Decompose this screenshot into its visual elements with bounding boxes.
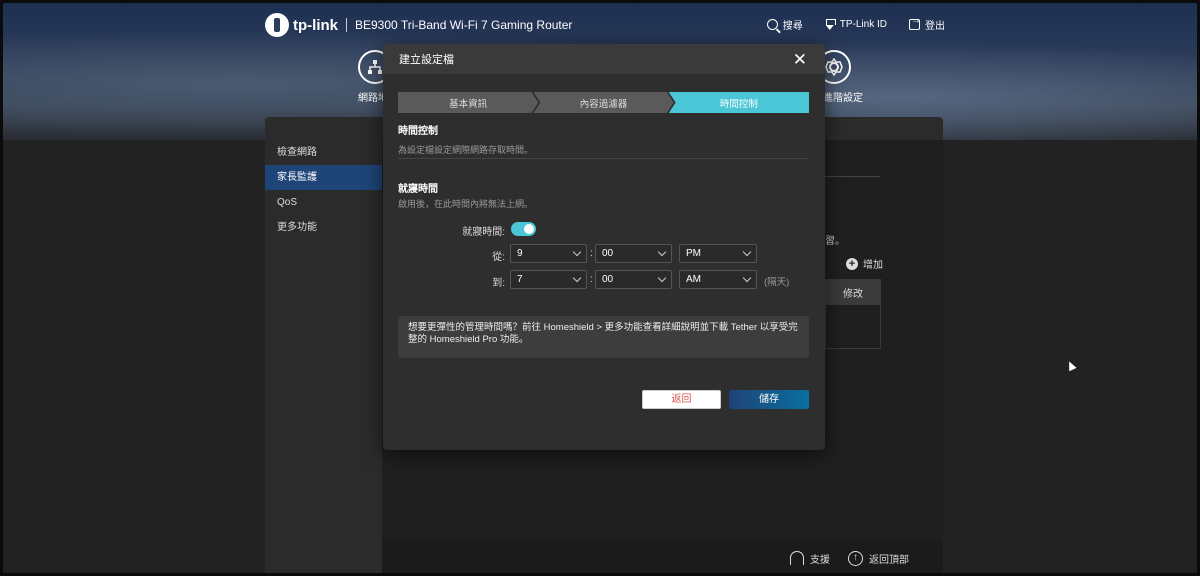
logout-button[interactable]: 登出: [909, 15, 945, 32]
nav-advanced-settings-label[interactable]: 進階設定: [823, 89, 863, 104]
headset-icon: [790, 551, 804, 565]
search-icon: [766, 19, 778, 30]
brand-name[interactable]: tp-link: [293, 17, 338, 34]
chevron-down-icon: [742, 247, 752, 257]
search-button[interactable]: 搜尋: [766, 17, 803, 32]
section-divider: [398, 158, 809, 159]
add-profile-button[interactable]: + 增加: [846, 256, 883, 271]
to-label: 到:: [492, 278, 505, 289]
from-label: 從:: [492, 252, 505, 263]
chevron-down-icon: [742, 273, 752, 283]
modal-title: 建立設定檔: [399, 54, 454, 66]
content-divider: [825, 176, 880, 177]
logout-label: 登出: [925, 21, 945, 32]
tplink-logo-icon[interactable]: [265, 13, 289, 37]
tplink-id-icon: [825, 19, 835, 30]
back-to-top-button[interactable]: ↑ 返回頂部: [848, 550, 909, 566]
top-actions: 搜尋 TP-Link ID 登出: [766, 15, 945, 32]
to-hour-value: 7: [517, 274, 523, 285]
bedtime-title: 就寢時間: [398, 184, 438, 195]
bedtime-description: 啟用後，在此時間內將無法上網。: [398, 199, 534, 209]
next-day-note: (隔天): [764, 277, 790, 288]
step-progress: 基本資訊 內容過濾器 時間控制: [398, 92, 809, 113]
from-minute-select[interactable]: 00: [595, 244, 672, 263]
from-hour-value: 9: [517, 248, 523, 259]
time-colon: :: [590, 248, 593, 259]
from-period-value: PM: [686, 248, 701, 259]
chevron-down-icon: [657, 273, 667, 283]
background-text-fragment: 習。: [825, 236, 845, 247]
top-bar: tp-link BE9300 Tri-Band Wi-Fi 7 Gaming R…: [265, 10, 945, 40]
router-model: BE9300 Tri-Band Wi-Fi 7 Gaming Router: [355, 18, 573, 32]
back-button[interactable]: 返回: [642, 390, 721, 409]
sidebar-item-check-network[interactable]: 檢查網路: [265, 140, 382, 165]
modal-header: 建立設定檔 ✕: [383, 44, 825, 74]
divider: [346, 18, 347, 32]
support-label: 支援: [810, 554, 830, 566]
chevron-down-icon: [572, 273, 582, 283]
tplink-id-button[interactable]: TP-Link ID: [825, 17, 887, 32]
back-to-top-label: 返回頂部: [869, 554, 909, 566]
time-colon: :: [590, 274, 593, 285]
table-body: [825, 305, 881, 349]
step-basic-info: 基本資訊: [398, 92, 538, 113]
step-content-filter: 內容過濾器: [533, 92, 673, 113]
support-button[interactable]: 支援: [790, 551, 830, 566]
bedtime-toggle-label: 就寢時間:: [462, 227, 505, 238]
bedtime-toggle[interactable]: [511, 222, 536, 236]
tplink-id-label: TP-Link ID: [839, 19, 887, 30]
arrow-up-icon: ↑: [848, 550, 863, 566]
sidebar-item-parental-controls[interactable]: 家長監護: [265, 165, 382, 190]
logout-icon: [909, 15, 921, 30]
from-period-select[interactable]: PM: [679, 244, 757, 263]
plus-icon: +: [846, 257, 858, 270]
footer-bar: 支援 ↑ 返回頂部: [382, 540, 943, 576]
chevron-down-icon: [572, 247, 582, 257]
time-control-description: 為設定檔設定網際網路存取時間。: [398, 145, 534, 155]
from-hour-select[interactable]: 9: [510, 244, 587, 263]
to-period-value: AM: [686, 274, 701, 285]
sidebar: 檢查網路 家長監護 QoS 更多功能: [265, 140, 382, 540]
search-label: 搜尋: [782, 21, 803, 32]
homeshield-info-box: 想要更彈性的管理時間嗎？前往 Homeshield > 更多功能查看詳細說明並下…: [398, 316, 809, 358]
to-hour-select[interactable]: 7: [510, 270, 587, 289]
chevron-down-icon: [657, 247, 667, 257]
add-label: 增加: [863, 260, 883, 271]
create-profile-modal: 建立設定檔 ✕ 基本資訊 內容過濾器 時間控制 時間控制 為設定檔設定網際網路存…: [383, 44, 825, 450]
step-time-control: 時間控制: [668, 92, 809, 113]
to-minute-select[interactable]: 00: [595, 270, 672, 289]
to-minute-value: 00: [602, 274, 614, 285]
table-header-modify: 修改: [825, 279, 881, 305]
time-control-title: 時間控制: [398, 126, 438, 137]
close-icon[interactable]: ✕: [793, 51, 807, 68]
sidebar-item-qos[interactable]: QoS: [265, 190, 382, 215]
sidebar-item-more-features[interactable]: 更多功能: [265, 215, 382, 240]
to-period-select[interactable]: AM: [679, 270, 757, 289]
from-minute-value: 00: [602, 248, 614, 259]
save-button[interactable]: 儲存: [729, 390, 809, 409]
